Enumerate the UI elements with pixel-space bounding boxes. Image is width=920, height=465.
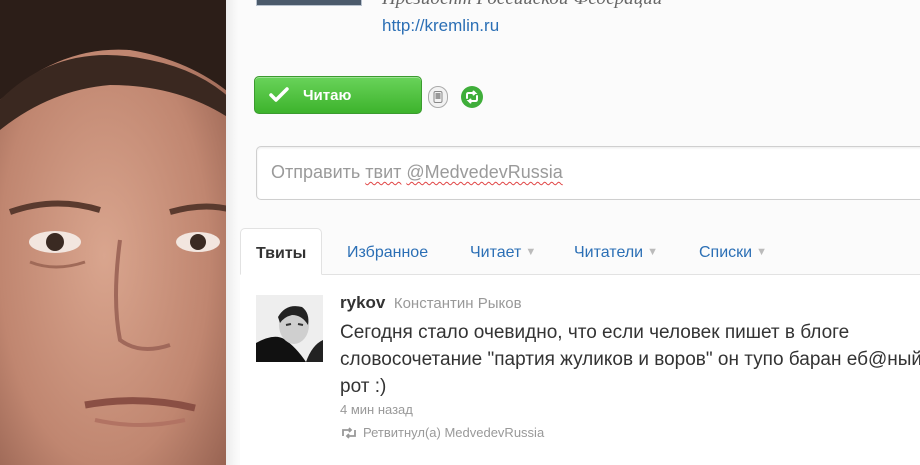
caret-down-icon: ▼	[525, 246, 537, 258]
tab-favorites-label: Избранное	[347, 244, 429, 261]
retweeted-by-text[interactable]: Ретвитнул(а) MedvedevRussia	[363, 425, 544, 440]
profile-image-thumbnail	[256, 0, 362, 6]
profile-main-column: Президент Российской Федерации http://kr…	[226, 0, 920, 465]
tab-following-label: Читает	[470, 244, 522, 261]
retweets-toggle-icon[interactable]	[460, 85, 484, 109]
placeholder-text: Отправить	[271, 162, 366, 182]
tab-tweets[interactable]: Твиты	[240, 228, 323, 275]
tweet-retweeted-by: Ретвитнул(а) MedvedevRussia	[340, 425, 544, 440]
device-icon[interactable]	[428, 86, 448, 108]
tab-lists-label: Списки	[699, 244, 753, 261]
tweet-stream: rykov Константин Рыков Сегодня стало оче…	[240, 275, 920, 465]
tweet-compose-box[interactable]: Отправить твит @MedvedevRussia	[256, 146, 920, 200]
tweet-text: Сегодня стало очевидно, что если человек…	[340, 322, 920, 397]
following-button[interactable]: Читаю	[254, 76, 422, 114]
caret-down-icon: ▼	[756, 246, 767, 258]
profile-bio: Президент Российской Федерации	[382, 0, 662, 10]
tab-lists[interactable]: Списки ▼	[699, 228, 767, 274]
tweet-screen-name[interactable]: rykov	[340, 293, 385, 312]
retweet-icon	[340, 426, 358, 439]
tweet-compose-placeholder: Отправить твит @MedvedevRussia	[271, 162, 563, 183]
tab-followers-label: Читатели	[574, 244, 644, 261]
tweet-header: rykov Константин Рыков	[340, 293, 522, 313]
tab-followers[interactable]: Читатели ▼	[574, 228, 658, 274]
tab-favorites[interactable]: Избранное	[347, 228, 428, 274]
profile-tabs: Твиты Избранное Читает ▼ Читатели ▼ Списки…	[240, 228, 920, 275]
profile-photo	[0, 0, 232, 465]
placeholder-handle: @MedvedevRussia	[406, 162, 563, 182]
check-icon	[269, 87, 289, 103]
tweet-timestamp[interactable]: 4 мин назад	[340, 402, 413, 417]
profile-url-link[interactable]: http://kremlin.ru	[382, 16, 499, 36]
tweet-author-avatar[interactable]	[256, 295, 323, 362]
tweet-full-name[interactable]: Константин Рыков	[394, 295, 522, 312]
caret-down-icon: ▼	[647, 246, 658, 258]
following-button-label: Читаю	[303, 86, 352, 104]
placeholder-misspelled-word: твит	[365, 162, 402, 182]
tab-following[interactable]: Читает ▼	[470, 228, 536, 274]
